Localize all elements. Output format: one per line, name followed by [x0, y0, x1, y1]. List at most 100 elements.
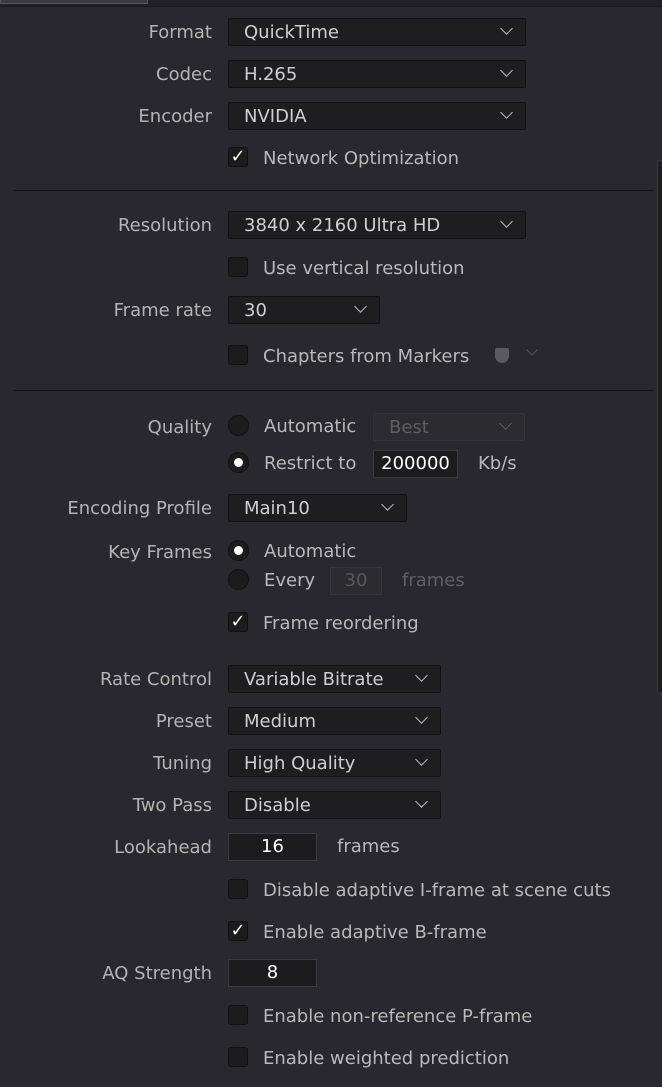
chapters-label: Chapters from Markers — [263, 346, 470, 367]
nonref-pframe-label: Enable non-reference P-frame — [263, 1006, 533, 1027]
vertical-resolution-label: Use vertical resolution — [263, 258, 465, 279]
frame-reordering-checkbox[interactable]: ✓ — [228, 612, 248, 632]
tuning-label: Tuning — [153, 753, 212, 774]
adaptive-bframe-row: ✓ Enable adaptive B-frame — [0, 919, 662, 949]
divider — [14, 190, 654, 191]
key-frames-every-radio[interactable] — [228, 569, 249, 590]
quality-automatic-radio[interactable] — [228, 415, 249, 436]
codec-dropdown[interactable]: H.265 — [228, 60, 526, 88]
network-optimization-label: Network Optimization — [263, 148, 460, 169]
resolution-dropdown[interactable]: 3840 x 2160 Ultra HD — [228, 211, 526, 239]
aq-strength-input[interactable]: 8 — [228, 959, 317, 987]
lookahead-input[interactable]: 16 — [228, 833, 317, 861]
chevron-down-icon — [500, 215, 513, 228]
chevron-down-icon — [415, 669, 428, 682]
quality-row: Quality Automatic Best — [0, 413, 662, 443]
adaptive-iframe-row: Disable adaptive I-frame at scene cuts — [0, 877, 662, 907]
format-label: Format — [148, 22, 212, 43]
key-frames-unit: frames — [402, 570, 465, 591]
frame-reordering-row: ✓ Frame reordering — [0, 610, 662, 640]
two-pass-value: Disable — [244, 795, 311, 816]
preset-row: Preset Medium — [0, 707, 662, 737]
format-dropdown[interactable]: QuickTime — [228, 18, 526, 46]
quality-best-dropdown[interactable]: Best — [373, 413, 525, 441]
adaptive-iframe-checkbox[interactable] — [228, 879, 248, 899]
chevron-down-icon — [499, 417, 512, 430]
chevron-down-icon[interactable] — [526, 344, 538, 356]
top-bar — [0, 0, 662, 7]
key-frames-label: Key Frames — [108, 542, 212, 563]
preset-label: Preset — [155, 711, 212, 732]
frame-rate-row: Frame rate 30 — [0, 296, 662, 326]
key-frames-automatic-label: Automatic — [264, 541, 357, 562]
quality-restrict-radio[interactable] — [228, 452, 249, 473]
bitrate-input[interactable]: 200000 — [373, 450, 458, 478]
rate-control-dropdown[interactable]: Variable Bitrate — [228, 665, 441, 693]
key-frames-every-input[interactable]: 30 — [330, 567, 382, 595]
aq-strength-row: AQ Strength 8 — [0, 959, 662, 989]
adaptive-bframe-checkbox[interactable]: ✓ — [228, 921, 248, 941]
aq-strength-label: AQ Strength — [102, 963, 212, 984]
vertical-resolution-row: Use vertical resolution — [0, 255, 662, 285]
lookahead-row: Lookahead 16 frames — [0, 833, 662, 863]
key-frames-automatic-radio[interactable] — [228, 540, 249, 561]
encoding-profile-dropdown[interactable]: Main10 — [228, 494, 407, 522]
lookahead-label: Lookahead — [114, 837, 212, 858]
chapters-checkbox[interactable] — [228, 345, 248, 365]
divider — [14, 390, 654, 391]
chapters-row: Chapters from Markers — [0, 343, 662, 373]
key-frames-every-row: Every 30 frames — [0, 567, 662, 597]
chevron-down-icon — [500, 64, 513, 77]
top-tab[interactable] — [0, 0, 148, 4]
chevron-down-icon — [354, 300, 367, 313]
chevron-down-icon — [415, 795, 428, 808]
codec-value: H.265 — [244, 64, 298, 85]
preset-value: Medium — [244, 711, 316, 732]
weighted-prediction-row: Enable weighted prediction — [0, 1045, 662, 1075]
quality-best-value: Best — [389, 417, 429, 438]
restrict-row: Restrict to 200000 Kb/s — [0, 450, 662, 480]
weighted-prediction-checkbox[interactable] — [228, 1047, 248, 1067]
key-frames-row: Key Frames Automatic — [0, 538, 662, 568]
encoder-dropdown[interactable]: NVIDIA — [228, 102, 526, 130]
chevron-down-icon — [500, 106, 513, 119]
marker-icon[interactable] — [495, 348, 509, 363]
frame-rate-value: 30 — [244, 300, 267, 321]
network-optimization-row: ✓ Network Optimization — [0, 145, 662, 175]
rate-control-label: Rate Control — [99, 669, 212, 690]
weighted-prediction-label: Enable weighted prediction — [263, 1048, 510, 1069]
network-optimization-checkbox[interactable]: ✓ — [228, 147, 248, 167]
chevron-down-icon — [500, 22, 513, 35]
quality-restrict-label: Restrict to — [264, 453, 357, 474]
format-value: QuickTime — [244, 22, 339, 43]
chevron-down-icon — [415, 711, 428, 724]
chevron-down-icon — [415, 753, 428, 766]
two-pass-dropdown[interactable]: Disable — [228, 791, 441, 819]
bitrate-unit: Kb/s — [478, 453, 517, 474]
preset-dropdown[interactable]: Medium — [228, 707, 441, 735]
tuning-value: High Quality — [244, 753, 356, 774]
tuning-row: Tuning High Quality — [0, 749, 662, 779]
codec-label: Codec — [156, 64, 212, 85]
two-pass-row: Two Pass Disable — [0, 791, 662, 821]
lookahead-unit: frames — [337, 836, 400, 857]
nonref-pframe-checkbox[interactable] — [228, 1005, 248, 1025]
adaptive-bframe-label: Enable adaptive B-frame — [263, 922, 487, 943]
encoding-profile-value: Main10 — [244, 498, 310, 519]
encoder-row: Encoder NVIDIA — [0, 102, 662, 132]
encoder-value: NVIDIA — [244, 106, 307, 127]
encoder-label: Encoder — [138, 106, 212, 127]
rate-control-row: Rate Control Variable Bitrate — [0, 665, 662, 695]
format-row: Format QuickTime — [0, 18, 662, 48]
key-frames-every-label: Every — [264, 570, 316, 591]
vertical-resolution-checkbox[interactable] — [228, 257, 248, 277]
nonref-pframe-row: Enable non-reference P-frame — [0, 1003, 662, 1033]
codec-row: Codec H.265 — [0, 60, 662, 90]
frame-rate-dropdown[interactable]: 30 — [228, 296, 380, 324]
resolution-label: Resolution — [117, 215, 212, 236]
tuning-dropdown[interactable]: High Quality — [228, 749, 441, 777]
quality-label: Quality — [147, 417, 212, 438]
encoding-profile-label: Encoding Profile — [67, 498, 212, 519]
frame-rate-label: Frame rate — [113, 300, 212, 321]
resolution-value: 3840 x 2160 Ultra HD — [244, 215, 441, 236]
